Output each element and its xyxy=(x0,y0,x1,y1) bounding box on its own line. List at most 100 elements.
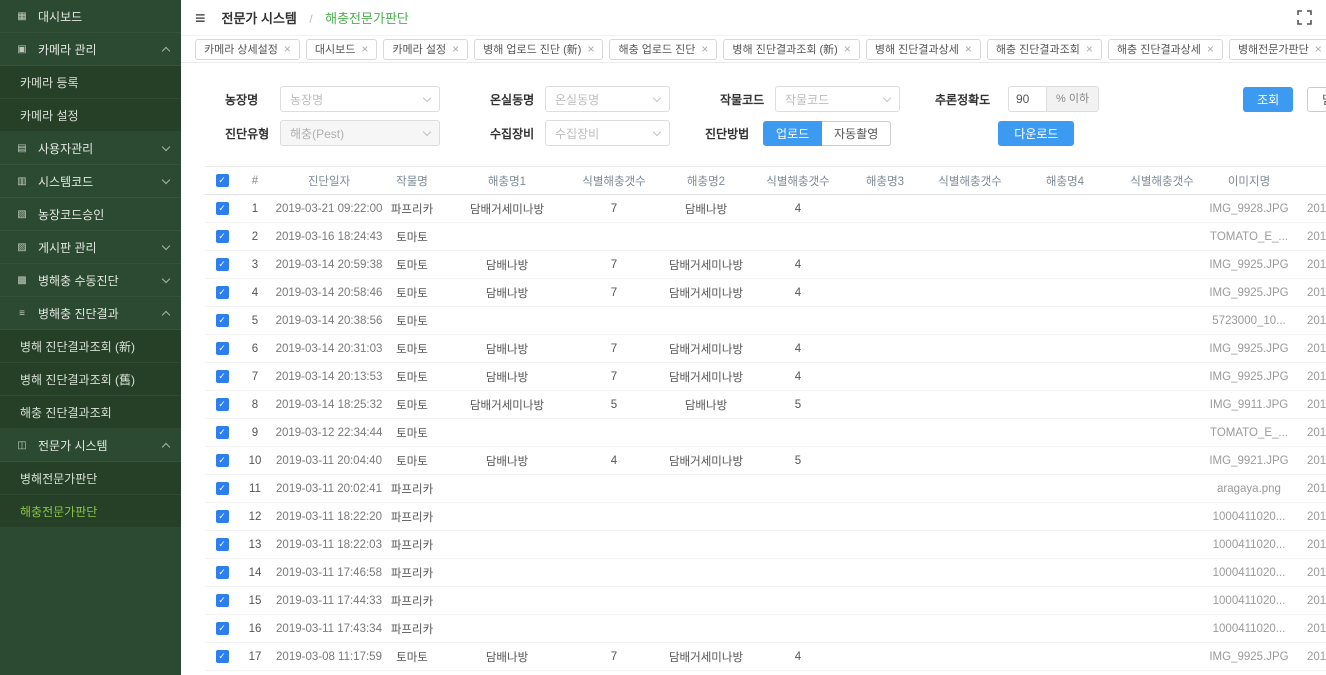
tab-close-icon[interactable]: × xyxy=(284,43,291,55)
select-all-checkbox[interactable]: ✓ xyxy=(216,174,229,187)
table-row[interactable]: ✓162019-03-11 17:43:34파프리카1000411020...2… xyxy=(205,615,1326,643)
table-row[interactable]: ✓62019-03-14 20:31:03토마토담배나방7담배거세미나방4IMG… xyxy=(205,335,1326,363)
tab-close-icon[interactable]: × xyxy=(965,43,972,55)
table-row[interactable]: ✓42019-03-14 20:58:46토마토담배나방7담배거세미나방4IMG… xyxy=(205,279,1326,307)
table-cell: 2019-03-11 18:22:03 xyxy=(271,531,387,559)
farm-name-select[interactable]: 농장명 xyxy=(280,86,440,112)
fullscreen-icon[interactable] xyxy=(1297,10,1312,25)
table-row[interactable]: ✓32019-03-14 20:59:38토마토담배나방7담배거세미나방4IMG… xyxy=(205,251,1326,279)
tab-camera-detail-settings[interactable]: 카메라 상세설정× xyxy=(195,39,300,60)
table-row[interactable]: ✓92019-03-12 22:34:44토마토TOMATO_E_...2019 xyxy=(205,419,1326,447)
greenhouse-select[interactable]: 온실동명 xyxy=(545,86,670,112)
row-checkbox[interactable]: ✓ xyxy=(216,342,229,355)
row-checkbox[interactable]: ✓ xyxy=(216,314,229,327)
row-checkbox[interactable]: ✓ xyxy=(216,230,229,243)
row-checkbox[interactable]: ✓ xyxy=(216,482,229,495)
close-button[interactable]: 닫기 xyxy=(1307,87,1326,112)
tab-close-icon[interactable]: × xyxy=(844,43,851,55)
row-checkbox[interactable]: ✓ xyxy=(216,370,229,383)
row-checkbox[interactable]: ✓ xyxy=(216,454,229,467)
row-checkbox[interactable]: ✓ xyxy=(216,622,229,635)
row-checkbox[interactable]: ✓ xyxy=(216,538,229,551)
row-checkbox[interactable]: ✓ xyxy=(216,510,229,523)
sidebar-item-expert-system[interactable]: ◫전문가 시스템 xyxy=(0,429,181,462)
search-button[interactable]: 조회 xyxy=(1243,87,1293,112)
table-row[interactable]: ✓132019-03-11 18:22:03파프리카1000411020...2… xyxy=(205,531,1326,559)
table-row[interactable]: ✓52019-03-14 20:38:56토마토5723000_10...201… xyxy=(205,307,1326,335)
table-row[interactable]: ✓12019-03-21 09:22:00파프리카담배거세미나방7담배나방4IM… xyxy=(205,195,1326,223)
tab-insect-result-detail[interactable]: 해충 진단결과상세× xyxy=(1108,39,1223,60)
crop-code-select[interactable]: 작물코드 xyxy=(775,86,900,112)
tab-insect-result-inquiry[interactable]: 해충 진단결과조회× xyxy=(987,39,1102,60)
sidebar-item-farm-code-approval[interactable]: ▧농장코드승인 xyxy=(0,198,181,231)
sidebar-item-camera-management[interactable]: ▣카메라 관리 xyxy=(0,33,181,66)
row-select-cell: ✓ xyxy=(205,223,239,251)
table-cell: IMG_9921.JPG xyxy=(1199,447,1299,475)
tab-close-icon[interactable]: × xyxy=(701,43,708,55)
column-header: 식별해충갯수 xyxy=(1125,167,1199,195)
row-checkbox[interactable]: ✓ xyxy=(216,202,229,215)
table-row[interactable]: ✓142019-03-11 17:46:58파프리카1000411020...2… xyxy=(205,559,1326,587)
tab-close-icon[interactable]: × xyxy=(1315,43,1322,55)
tab-close-icon[interactable]: × xyxy=(361,43,368,55)
sidebar-item-label: 병해전문가판단 xyxy=(20,470,97,487)
tab-camera-settings[interactable]: 카메라 설정× xyxy=(383,39,468,60)
table-row[interactable]: ✓102019-03-11 20:04:40토마토담배나방4담배거세미나방5IM… xyxy=(205,447,1326,475)
table-cell: 2019 xyxy=(1299,615,1326,643)
tab-disease-result-inquiry-new[interactable]: 병해 진단결과조회 (新)× xyxy=(723,39,859,60)
sidebar-subitem-disease-expert-judgment[interactable]: 병해전문가판단 xyxy=(0,462,181,495)
table-row[interactable]: ✓82019-03-14 18:25:32토마토담배거세미나방5담배나방5IMG… xyxy=(205,391,1326,419)
download-button[interactable]: 다운로드 xyxy=(998,121,1074,146)
sidebar-subitem-camera-register[interactable]: 카메라 등록 xyxy=(0,66,181,99)
menu-toggle-icon[interactable]: ≡ xyxy=(195,9,206,27)
tab-insect-upload-diagnosis[interactable]: 해충 업로드 진단× xyxy=(609,39,717,60)
sidebar-item-pest-diagnosis-result[interactable]: ≡병해충 진단결과 xyxy=(0,297,181,330)
sidebar-subitem-insect-result[interactable]: 해충 진단결과조회 xyxy=(0,396,181,429)
tab-label: 병해 진단결과상세 xyxy=(875,41,959,57)
sidebar-item-user-management[interactable]: ▤사용자관리 xyxy=(0,132,181,165)
table-cell xyxy=(1125,223,1199,251)
diagnosis-type-select[interactable]: 해충(Pest) xyxy=(280,120,440,146)
sidebar-subitem-camera-settings[interactable]: 카메라 설정 xyxy=(0,99,181,132)
accuracy-input[interactable] xyxy=(1008,86,1046,112)
device-select[interactable]: 수집장비 xyxy=(545,120,670,146)
tab-close-icon[interactable]: × xyxy=(1086,43,1093,55)
tab-close-icon[interactable]: × xyxy=(452,43,459,55)
sidebar-item-dashboard[interactable]: ▦대시보드 xyxy=(0,0,181,33)
row-checkbox[interactable]: ✓ xyxy=(216,286,229,299)
row-checkbox[interactable]: ✓ xyxy=(216,594,229,607)
table-cell: 13 xyxy=(239,531,271,559)
table-row[interactable]: ✓122019-03-11 18:22:20파프리카1000411020...2… xyxy=(205,503,1326,531)
pest-diagnosis-result-icon: ≡ xyxy=(14,308,30,319)
table-row[interactable]: ✓22019-03-16 18:24:43토마토TOMATO_E_...2019 xyxy=(205,223,1326,251)
tab-close-icon[interactable]: × xyxy=(1207,43,1214,55)
table-cell: 담배거세미나방 xyxy=(651,279,761,307)
tab-close-icon[interactable]: × xyxy=(587,43,594,55)
row-checkbox[interactable]: ✓ xyxy=(216,258,229,271)
table-cell xyxy=(1005,531,1125,559)
table-cell: 2019-03-11 17:46:58 xyxy=(271,559,387,587)
chevron-up-icon xyxy=(162,310,170,318)
row-checkbox[interactable]: ✓ xyxy=(216,426,229,439)
tab-dashboard[interactable]: 대시보드× xyxy=(306,39,378,60)
sidebar-item-board-management[interactable]: ▨게시판 관리 xyxy=(0,231,181,264)
tab-disease-expert-judgment[interactable]: 병해전문가판단× xyxy=(1229,39,1326,60)
sidebar-subitem-disease-result-new[interactable]: 병해 진단결과조회 (新) xyxy=(0,330,181,363)
table-cell: 5 xyxy=(239,307,271,335)
row-checkbox[interactable]: ✓ xyxy=(216,566,229,579)
table-row[interactable]: ✓112019-03-11 20:02:41파프리카aragaya.png201… xyxy=(205,475,1326,503)
sidebar-item-system-code[interactable]: ▥시스템코드 xyxy=(0,165,181,198)
table-cell xyxy=(651,531,761,559)
table-row[interactable]: ✓152019-03-11 17:44:33파프리카1000411020...2… xyxy=(205,587,1326,615)
auto-capture-toggle-button[interactable]: 자동촬영 xyxy=(822,121,891,146)
row-checkbox[interactable]: ✓ xyxy=(216,650,229,663)
tab-disease-upload-diagnosis-new[interactable]: 병해 업로드 진단 (新)× xyxy=(474,39,603,60)
sidebar-subitem-disease-result-old[interactable]: 병해 진단결과조회 (舊) xyxy=(0,363,181,396)
table-row[interactable]: ✓172019-03-08 11:17:59토마토담배나방7담배거세미나방4IM… xyxy=(205,643,1326,671)
sidebar-subitem-insect-expert-judgment[interactable]: 해충전문가판단 xyxy=(0,495,181,528)
sidebar-item-pest-manual-diagnosis[interactable]: ▩병해충 수동진단 xyxy=(0,264,181,297)
tab-disease-result-detail[interactable]: 병해 진단결과상세 × xyxy=(866,39,981,60)
row-checkbox[interactable]: ✓ xyxy=(216,398,229,411)
table-row[interactable]: ✓72019-03-14 20:13:53토마토담배나방7담배거세미나방4IMG… xyxy=(205,363,1326,391)
upload-toggle-button[interactable]: 업로드 xyxy=(763,121,822,146)
